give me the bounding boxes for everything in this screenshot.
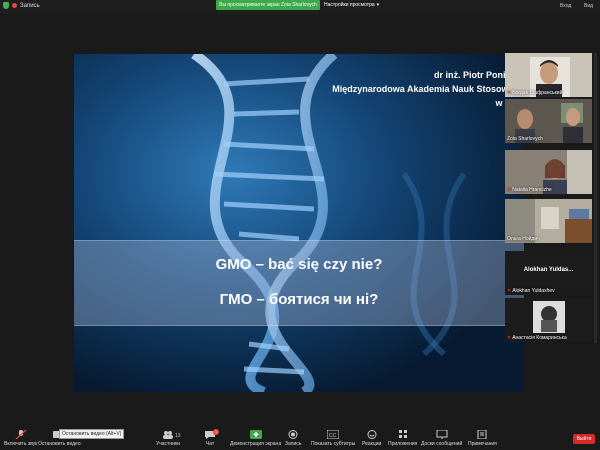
participant-tile[interactable]: ✕ Анастасія Комаринська [505, 298, 592, 342]
title-band [74, 240, 524, 326]
participants-count: 13 [175, 433, 181, 439]
reactions-label: Реакции [362, 441, 382, 447]
apps-icon [398, 430, 407, 438]
record-label: Запись [285, 441, 302, 447]
participant-name: Ольга Нойдич [507, 236, 540, 242]
apps-button[interactable]: Приложения [388, 430, 417, 447]
top-bar: Запись Вы просматриваете экран Zoia Shar… [0, 0, 600, 14]
participant-name: ✕ Богдан Шафранський [507, 90, 563, 96]
video-tooltip: Остановить видео (Alt+V) [59, 429, 125, 439]
chevron-down-icon: ▾ [376, 2, 380, 8]
share-screen-label: Демонстрация экрана [230, 441, 282, 447]
leave-button[interactable]: Выйти [573, 434, 595, 444]
notes-label: Примечания [468, 441, 497, 447]
mic-muted-icon: ✕ [507, 335, 512, 341]
participant-tile[interactable]: Alokhan Yuldas... ✕ Alokhan Yuldashev [505, 251, 592, 295]
participant-display-name: Alokhan Yuldas... [523, 267, 574, 273]
login-label[interactable]: Вход [560, 3, 571, 9]
viewing-banner: Вы просматриваете экран Zoia Sharlovych [216, 0, 320, 10]
author-name: dr inż. Piotr Ponichte [433, 70, 524, 80]
shield-icon [3, 2, 9, 9]
recording-indicator[interactable]: Запись [3, 2, 40, 9]
mic-muted-icon: ✕ [507, 288, 512, 294]
unmute-label: Включить звук [4, 441, 38, 447]
reactions-button[interactable]: Реакции [362, 430, 381, 447]
share-screen-button[interactable]: Демонстрация экрана [230, 430, 281, 447]
notes-icon [477, 430, 487, 439]
institution-city: w Łom [495, 98, 525, 108]
unmute-button[interactable]: Включить звук [4, 430, 37, 447]
institution-name: Międzynarodowa Akademia Nauk Stosowany [332, 84, 524, 94]
participant-tile[interactable]: Ольга Нойдич [505, 199, 592, 243]
recording-label: Запись [20, 2, 40, 9]
whiteboard-label: Доски сообщений [421, 441, 463, 447]
record-button[interactable]: Запись [285, 430, 301, 447]
mic-muted-icon: ✕ [507, 90, 512, 96]
svg-text:CC: CC [329, 433, 337, 439]
participant-name: Zoia Sharlovych [507, 136, 543, 142]
participants-icon [162, 431, 173, 439]
slide-author-block: dr inż. Piotr Ponichte Międzynarodowa Ak… [332, 68, 524, 110]
participant-name: ✕ Анастасія Комаринська [507, 335, 567, 341]
view-options-label: Настройки просмотра [324, 2, 375, 8]
apps-label: Приложения [388, 441, 418, 447]
share-screen-icon [249, 430, 262, 439]
participant-tile[interactable]: ✕ Богдан Шафранський [505, 53, 592, 97]
participant-tile[interactable]: Zoia Sharlovych [505, 99, 592, 143]
record-icon [288, 430, 298, 439]
chat-label: Чат [205, 441, 215, 447]
participant-name: ✕ Natalia Hrancizhe [507, 187, 552, 193]
whiteboard-icon [436, 430, 448, 439]
participant-scrollbar[interactable] [594, 53, 597, 343]
slide-title-polish: GMO – bać się czy nie? [215, 256, 383, 273]
mic-muted-icon: ✕ [507, 187, 512, 193]
captions-label: Показать субтитры [311, 441, 356, 447]
captions-button[interactable]: CC Показать субтитры [311, 430, 355, 447]
record-dot-icon [12, 3, 17, 8]
smile-icon [367, 430, 377, 439]
notes-button[interactable]: Примечания [468, 430, 497, 447]
view-options-button[interactable]: Настройки просмотра ▾ [324, 0, 379, 10]
participants-label: Участники [156, 441, 180, 447]
view-label[interactable]: Вид [584, 3, 593, 9]
captions-icon: CC [327, 430, 340, 439]
mic-muted-icon [15, 430, 27, 439]
participant-name: ✕ Alokhan Yuldashev [507, 288, 555, 294]
whiteboard-button[interactable]: Доски сообщений [421, 430, 462, 447]
slide-title-ukrainian: ГМО – боятися чи ні? [219, 291, 379, 308]
shared-screen: dr inż. Piotr Ponichte Międzynarodowa Ak… [74, 54, 524, 392]
stop-video-label: Остановить видео [38, 441, 81, 447]
participant-tile[interactable]: ✕ Natalia Hrancizhe [505, 150, 592, 194]
chat-badge: 1 [213, 429, 219, 435]
